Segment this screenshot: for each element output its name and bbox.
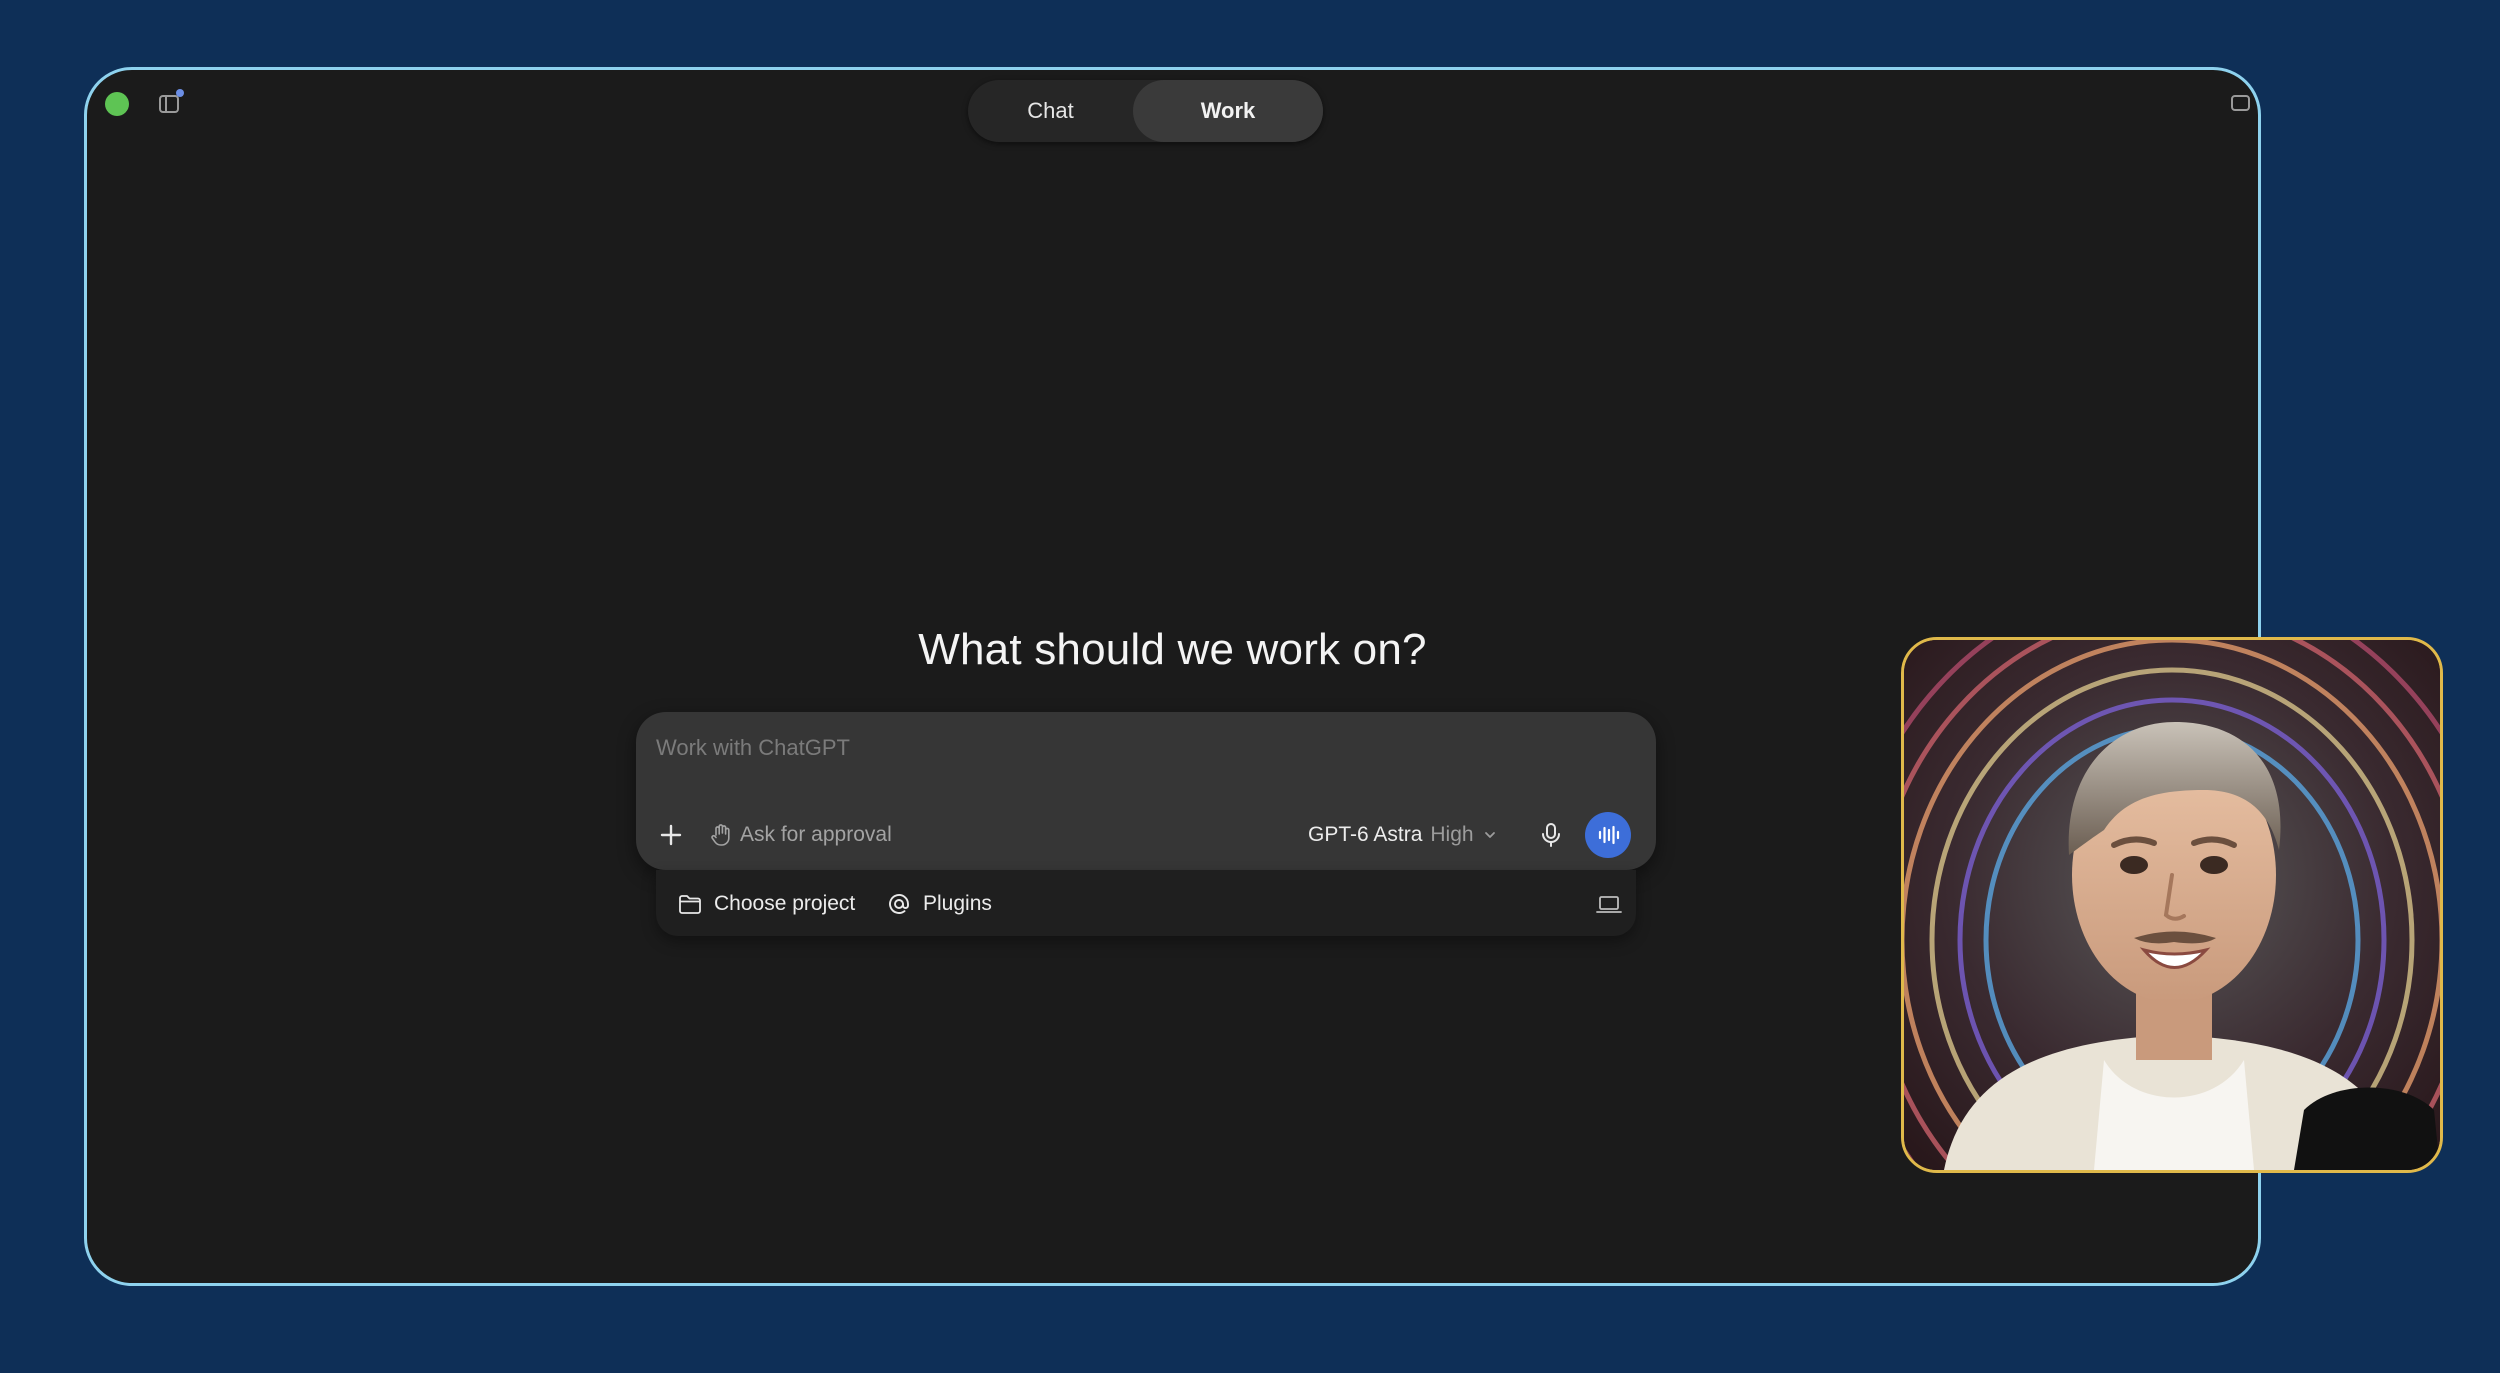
approval-mode-label: Ask for approval [740, 823, 892, 846]
dictation-button[interactable] [1536, 820, 1566, 850]
model-name: GPT-6 Astra [1308, 823, 1423, 846]
plus-icon [660, 824, 682, 846]
folder-icon [679, 895, 701, 914]
window-panel-button[interactable] [2230, 92, 2252, 114]
plugins-label: Plugins [923, 892, 992, 915]
composer-input[interactable] [654, 732, 1614, 764]
composer: Ask for approval GPT-6 Astra High [636, 712, 1656, 870]
add-attachment-button[interactable] [656, 820, 686, 850]
model-picker[interactable]: GPT-6 Astra High [1308, 819, 1498, 851]
environment-button[interactable] [1594, 889, 1624, 919]
at-sign-icon [889, 894, 909, 914]
laptop-icon [1596, 896, 1622, 913]
choose-project-button[interactable]: Choose project [678, 888, 855, 920]
model-effort: High [1430, 823, 1474, 846]
chevron-down-icon [1484, 832, 1495, 838]
voice-waveform-icon [1598, 825, 1620, 845]
plugins-button[interactable]: Plugins [887, 888, 992, 920]
composer-toolbar: Ask for approval GPT-6 Astra High [636, 812, 1656, 860]
microphone-icon [1542, 823, 1560, 847]
notification-dot [176, 89, 184, 97]
panel-icon [2231, 95, 2250, 111]
presenter-webcam-overlay [1901, 637, 2443, 1173]
presenter-video-image [1904, 640, 2440, 1170]
mode-switch: Chat Work [968, 80, 1323, 142]
window-close-button[interactable] [105, 92, 129, 116]
sidebar-toggle-button[interactable] [155, 89, 184, 118]
composer-footer: Choose project Plugins [656, 870, 1636, 936]
tab-chat[interactable]: Chat [968, 80, 1133, 142]
choose-project-label: Choose project [714, 892, 856, 915]
voice-mode-button[interactable] [1585, 812, 1631, 858]
tab-work[interactable]: Work [1133, 80, 1323, 142]
approval-mode-button[interactable]: Ask for approval [710, 819, 892, 851]
hand-icon [711, 824, 730, 846]
